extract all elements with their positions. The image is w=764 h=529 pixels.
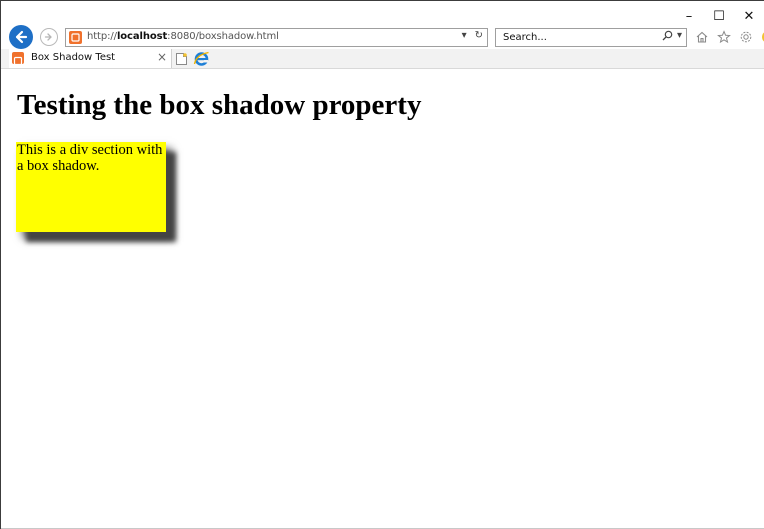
settings-gear-icon[interactable] xyxy=(737,28,754,45)
toolbar-icons xyxy=(693,28,764,45)
search-icon[interactable] xyxy=(662,30,673,41)
new-tab-icon xyxy=(176,52,187,65)
tab-close-icon[interactable]: × xyxy=(157,50,167,64)
address-bar[interactable]: http://localhost:8080/boxshadow.html ▾ ↻ xyxy=(65,28,488,47)
favorites-star-icon[interactable] xyxy=(715,28,732,45)
back-arrow-icon xyxy=(15,30,28,44)
forward-arrow-icon xyxy=(44,33,52,41)
address-dropdown-icon[interactable]: ▾ xyxy=(462,30,467,41)
address-controls: ▾ ↻ xyxy=(462,30,483,41)
new-tab-button[interactable] xyxy=(173,50,190,67)
browser-window: – ☐ ✕ http://localhost:8080/boxshadow.ht… xyxy=(0,0,764,529)
site-favicon-icon xyxy=(69,31,82,44)
smiley-feedback-icon[interactable] xyxy=(759,28,764,45)
home-icon[interactable] xyxy=(693,28,710,45)
refresh-icon[interactable]: ↻ xyxy=(475,30,483,41)
forward-button[interactable] xyxy=(40,28,58,46)
window-caption-buttons: – ☐ ✕ xyxy=(674,5,764,27)
box-shadow-text: This is a div section with a box shadow. xyxy=(17,142,163,174)
url-scheme: http:// xyxy=(87,31,117,42)
search-input[interactable]: Search... xyxy=(503,32,547,43)
maximize-button[interactable]: ☐ xyxy=(704,5,734,27)
back-button[interactable] xyxy=(9,25,33,49)
internet-explorer-icon[interactable] xyxy=(192,49,211,68)
url-path: :8080/boxshadow.html xyxy=(167,31,279,42)
url-host: localhost xyxy=(116,31,168,42)
minimize-button[interactable]: – xyxy=(674,5,704,27)
search-box[interactable]: Search... ▾ xyxy=(495,28,687,47)
box-shadow-div: This is a div section with a box shadow. xyxy=(16,142,166,232)
tab-title: Box Shadow Test xyxy=(31,52,116,63)
close-button[interactable]: ✕ xyxy=(734,5,764,27)
navigation-bar: http://localhost:8080/boxshadow.html ▾ ↻… xyxy=(1,25,764,49)
tab-favicon-icon xyxy=(12,52,24,66)
page-content: Testing the box shadow property This is … xyxy=(1,69,764,529)
search-controls: ▾ xyxy=(662,30,682,41)
page-heading: Testing the box shadow property xyxy=(17,89,422,121)
address-url[interactable]: http://localhost:8080/boxshadow.html xyxy=(87,31,279,42)
tab-box-shadow-test[interactable]: Box Shadow Test × xyxy=(9,49,172,68)
tab-bar: Box Shadow Test × xyxy=(1,49,764,69)
search-dropdown-icon[interactable]: ▾ xyxy=(677,30,682,41)
